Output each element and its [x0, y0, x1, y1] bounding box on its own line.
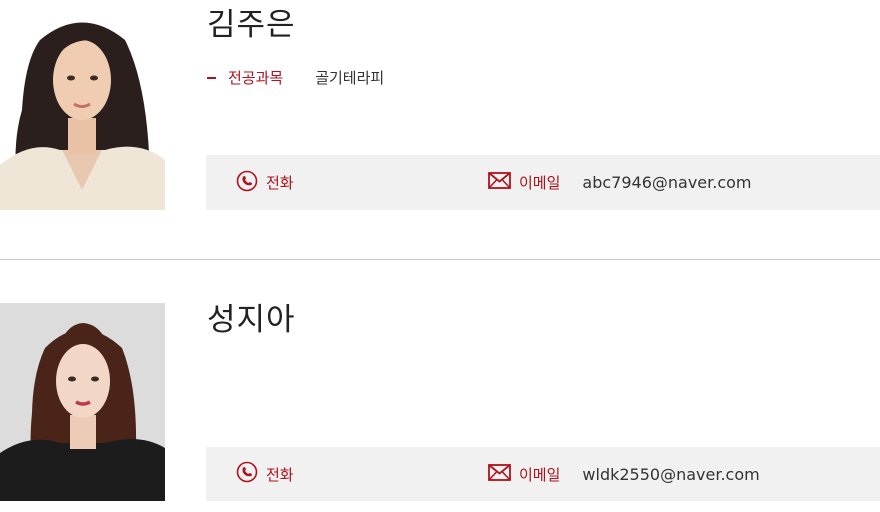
member-card: 김주은 전공과목 골기테라피 전화 이메일 abc7946@naver.com — [0, 0, 880, 210]
mail-icon — [488, 463, 511, 485]
major-subject: 전공과목 골기테라피 — [207, 67, 384, 88]
member-name: 성지아 — [207, 302, 296, 338]
divider — [0, 259, 880, 260]
email-contact[interactable]: 이메일 wldk2550@naver.com — [488, 447, 760, 501]
phone-icon — [236, 461, 258, 487]
email-contact[interactable]: 이메일 abc7946@naver.com — [488, 155, 752, 210]
contact-bar: 전화 이메일 wldk2550@naver.com — [206, 447, 880, 501]
subject-value: 골기테라피 — [315, 69, 385, 87]
profile-photo — [0, 303, 165, 501]
subject-label: 전공과목 — [228, 69, 284, 87]
phone-icon — [236, 170, 258, 196]
phone-label: 전화 — [266, 174, 294, 192]
email-label: 이메일 — [519, 465, 561, 484]
email-label: 이메일 — [519, 174, 561, 192]
phone-contact[interactable]: 전화 — [236, 447, 294, 501]
member-name: 김주은 — [207, 7, 296, 43]
phone-contact[interactable]: 전화 — [236, 155, 294, 210]
mail-icon — [488, 172, 511, 193]
email-address[interactable]: abc7946@naver.com — [582, 173, 751, 192]
phone-label: 전화 — [266, 465, 294, 484]
profile-photo — [0, 0, 165, 210]
dash-marker — [207, 76, 216, 79]
member-card: 성지아 전화 이메일 wldk2550@naver.com — [0, 303, 880, 501]
contact-bar: 전화 이메일 abc7946@naver.com — [206, 155, 880, 210]
email-address[interactable]: wldk2550@naver.com — [582, 465, 759, 484]
